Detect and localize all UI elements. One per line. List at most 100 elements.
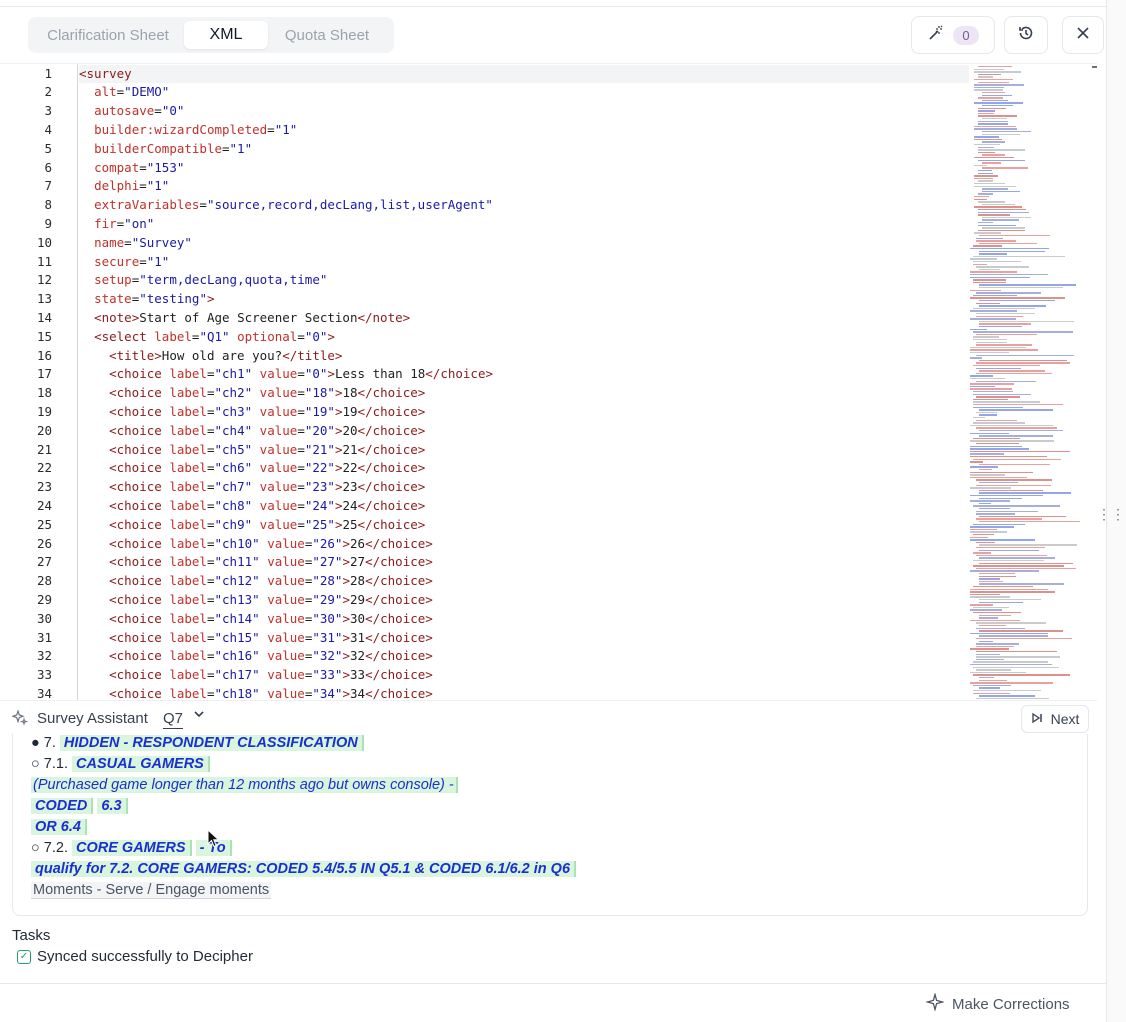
highlighted-text[interactable]: CODED (31, 798, 94, 814)
minimap-line (979, 508, 1010, 510)
minimap-line (970, 388, 1012, 390)
history-button[interactable] (1004, 16, 1048, 54)
code-line[interactable]: <choice label="ch12" value="28">28</choi… (79, 572, 433, 591)
suggestions-button[interactable]: 0 (911, 16, 995, 54)
code-line[interactable]: <choice label="ch4" value="20">20</choic… (79, 422, 425, 441)
code-line[interactable]: delphi="1" (79, 177, 169, 196)
footer-divider (0, 983, 1106, 984)
code-line[interactable]: <title>How old are you?</title> (79, 347, 342, 366)
minimap[interactable] (968, 64, 1094, 700)
minimap-line (978, 97, 1004, 99)
minimap-line (973, 612, 1022, 614)
code-line[interactable]: state="testing"> (79, 290, 214, 309)
minimap-line (976, 292, 1041, 294)
xml-editor[interactable]: 1 2 3 4 5 6 7 8 9 10 11 12 13 14 15 16 17 18 19 20 21 22 23 24 2… (0, 63, 1097, 700)
minimap-line (979, 575, 1017, 577)
minimap-line (974, 102, 1024, 104)
code-line[interactable]: <choice label="ch8" value="24">24</choic… (79, 497, 425, 516)
line-number: 30 (36, 610, 52, 626)
highlighted-text[interactable]: qualify for 7.2. CORE GAMERS: CODED 5.4/… (31, 861, 577, 877)
code-line[interactable]: extraVariables="source,record,decLang,li… (79, 196, 493, 215)
minimap-line (978, 159, 1025, 161)
code-line[interactable]: <choice label="ch5" value="21">21</choic… (79, 441, 425, 460)
make-corrections-button[interactable]: Make Corrections (925, 992, 1070, 1015)
minimap-line (973, 261, 1022, 263)
code-line[interactable]: autosave="0" (79, 102, 184, 121)
code-line[interactable]: name="Survey" (79, 234, 192, 253)
minimap-line (970, 609, 1003, 611)
code-line[interactable]: secure="1" (79, 253, 169, 272)
code-line[interactable]: builderCompatible="1" (79, 140, 252, 159)
tab-clarification-sheet[interactable]: Clarification Sheet (32, 21, 184, 49)
minimap-line (978, 110, 996, 112)
code-line[interactable]: <choice label="ch14" value="30">30</choi… (79, 610, 433, 629)
code-line[interactable]: <choice label="ch3" value="19">19</choic… (79, 403, 425, 422)
minimap-line (982, 141, 1005, 143)
minimap-line (976, 510, 1039, 512)
minimap-line (974, 138, 1002, 141)
minimap-line (978, 172, 993, 174)
minimap-line (976, 554, 1047, 557)
minimap-line (973, 692, 1011, 694)
task-label: Synced successfully to Decipher (37, 948, 253, 965)
minimap-line (970, 648, 1009, 650)
highlighted-heading[interactable]: HIDDEN - RESPONDENT CLASSIFICATION (59, 735, 364, 751)
minimap-line (979, 557, 1056, 559)
code-line[interactable]: <choice label="ch9" value="25">25</choic… (79, 516, 425, 535)
tab-xml[interactable]: XML (184, 21, 268, 49)
next-button[interactable]: Next (1021, 705, 1089, 733)
code-line[interactable]: <choice label="ch11" value="27">27</choi… (79, 553, 433, 572)
minimap-scroll-thumb[interactable] (1092, 66, 1097, 68)
code-line[interactable]: fir="on" (79, 215, 154, 234)
code-line[interactable]: builder:wizardCompleted="1" (79, 121, 297, 140)
text-line: OR 6.4 (31, 818, 87, 836)
minimap-line (976, 669, 1011, 671)
highlighted-heading[interactable]: CORE GAMERS (72, 840, 192, 856)
chevron-down-icon[interactable] (193, 708, 205, 723)
code-line[interactable]: alt="DEMO" (79, 83, 169, 102)
close-button[interactable] (1062, 16, 1104, 54)
minimap-line (970, 349, 1038, 351)
minimap-line (982, 105, 1013, 107)
code-line[interactable]: <choice label="ch18" value="34">34</choi… (79, 685, 433, 700)
code-line[interactable]: <choice label="ch2" value="18">18</choic… (79, 384, 425, 403)
code-line[interactable]: <survey (79, 64, 969, 84)
minimap-line (970, 375, 993, 377)
minimap-line (973, 401, 1041, 403)
code-line[interactable]: <choice label="ch17" value="33">33</choi… (79, 666, 433, 685)
minimap-line (974, 177, 993, 180)
code-line[interactable]: <choice label="ch13" value="29">29</choi… (79, 591, 433, 610)
minimap-line (979, 253, 1008, 255)
tasks-heading: Tasks (12, 927, 51, 944)
text-line: qualify for 7.2. CORE GAMERS: CODED 5.4/… (31, 860, 577, 878)
minimap-line (973, 674, 1070, 676)
code-line[interactable]: <choice label="ch10" value="26">26</choi… (79, 535, 433, 554)
code-line[interactable]: <choice label="ch7" value="23">23</choic… (79, 478, 425, 497)
code-line[interactable]: <select label="Q1" optional="0"> (79, 328, 335, 347)
highlighted-heading[interactable]: CASUAL GAMERS (72, 756, 210, 772)
code-line[interactable]: setup="term,decLang,quota,time" (79, 271, 327, 290)
highlighted-text[interactable]: OR 6.4 (31, 819, 87, 835)
line-number: 15 (36, 328, 52, 344)
minimap-line (976, 547, 1045, 549)
highlighted-text[interactable]: 6.3 (97, 798, 128, 814)
code-line[interactable]: compat="153" (79, 159, 184, 178)
code-line[interactable]: <note>Start of Age Screener Section</not… (79, 309, 410, 328)
minimap-line (978, 115, 1018, 117)
minimap-line (976, 396, 1021, 398)
minimap-line (979, 580, 1004, 583)
minimap-line (976, 419, 1017, 421)
code-line[interactable]: <choice label="ch16" value="32">32</choi… (79, 647, 433, 666)
minimap-line (973, 422, 1025, 424)
minimap-line (978, 120, 1008, 122)
code-line[interactable]: <choice label="ch1" value="0">Less than … (79, 365, 493, 384)
code-line[interactable]: <choice label="ch6" value="22">22</choic… (79, 459, 425, 478)
minimap-line (976, 367, 1022, 369)
tab-quota-sheet[interactable]: Quota Sheet (268, 21, 386, 49)
suggestion-count-badge: 0 (953, 25, 979, 45)
resize-grip-icon[interactable]: ⋮⋮ (1097, 506, 1125, 523)
question-selector[interactable]: Q7 (163, 710, 184, 729)
minimap-line (970, 440, 1054, 442)
highlighted-text[interactable]: (Purchased game longer than 12 months ag… (31, 777, 458, 793)
code-line[interactable]: <choice label="ch15" value="31">31</choi… (79, 629, 433, 648)
